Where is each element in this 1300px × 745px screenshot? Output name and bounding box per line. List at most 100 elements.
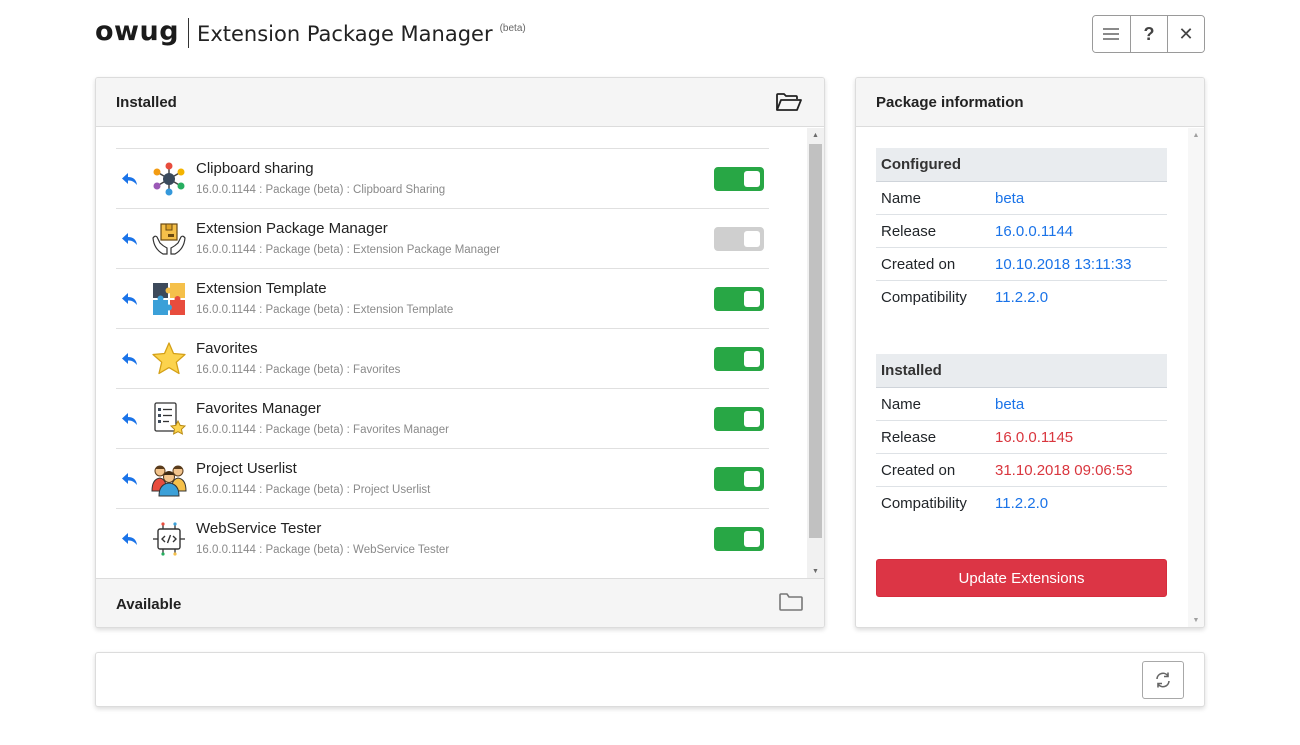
- info-row: Release 16.0.0.1144: [876, 215, 1167, 248]
- info-key: Created on: [881, 255, 956, 273]
- scroll-down-icon[interactable]: ▼: [807, 564, 824, 578]
- configured-title: Configured: [876, 148, 1167, 182]
- code-chip-icon: [150, 520, 188, 558]
- info-key: Created on: [881, 461, 956, 479]
- info-row: Created on 10.10.2018 13:11:33: [876, 248, 1167, 281]
- scroll-down-icon[interactable]: ▼: [1188, 613, 1204, 627]
- network-nodes-icon: [150, 160, 188, 198]
- package-toggle[interactable]: [714, 287, 764, 311]
- package-info-scrollbar[interactable]: ▲ ▼: [1188, 128, 1204, 627]
- app-header: owug Extension Package Manager (beta): [95, 14, 526, 54]
- info-value-changed: 31.10.2018 09:06:53: [995, 461, 1133, 479]
- package-toggle[interactable]: [714, 167, 764, 191]
- configured-section: Configured Name beta Release 16.0.0.1144…: [876, 148, 1167, 314]
- info-row: Name beta: [876, 182, 1167, 215]
- refresh-icon: [1156, 672, 1170, 688]
- user-group-icon: [150, 460, 188, 498]
- package-toggle[interactable]: [714, 347, 764, 371]
- toggle-knob: [744, 231, 760, 247]
- package-name: Extension Template: [196, 280, 327, 297]
- list-item[interactable]: Extension Template 16.0.0.1144 : Package…: [116, 268, 769, 328]
- installed-info-section: Installed Name beta Release 16.0.0.1145 …: [876, 354, 1167, 520]
- package-info-header: Package information: [856, 78, 1204, 127]
- package-name: Extension Package Manager: [196, 220, 388, 237]
- info-value: 11.2.2.0: [995, 495, 1049, 512]
- update-extensions-button[interactable]: Update Extensions: [876, 559, 1167, 597]
- list-item[interactable]: Clipboard sharing 16.0.0.1144 : Package …: [116, 148, 769, 208]
- toggle-knob: [744, 351, 760, 367]
- hands-box-icon: [150, 220, 188, 258]
- info-row: Compatibility 11.2.2.0: [876, 281, 1167, 314]
- brand-logo: owug: [95, 16, 180, 47]
- undo-icon[interactable]: [120, 229, 140, 249]
- package-name: WebService Tester: [196, 520, 322, 537]
- available-title: Available: [116, 595, 182, 613]
- package-version: 16.0.0.1144 : Package (beta) : Favorites…: [196, 424, 449, 436]
- installed-header[interactable]: Installed: [96, 78, 824, 127]
- close-button[interactable]: ✕: [1167, 16, 1204, 52]
- list-item[interactable]: Favorites 16.0.0.1144 : Package (beta) :…: [116, 328, 769, 388]
- scroll-thumb[interactable]: [809, 144, 822, 538]
- package-name: Favorites: [196, 340, 258, 357]
- scroll-up-icon[interactable]: ▲: [1188, 128, 1204, 142]
- package-version: 16.0.0.1144 : Package (beta) : Clipboard…: [196, 184, 446, 196]
- info-key: Compatibility: [881, 289, 967, 306]
- help-button[interactable]: ?: [1129, 16, 1167, 52]
- installed-info-title: Installed: [876, 354, 1167, 388]
- package-version: 16.0.0.1144 : Package (beta) : Extension…: [196, 244, 501, 256]
- available-header[interactable]: Available: [96, 578, 824, 627]
- list-item[interactable]: Project Userlist 16.0.0.1144 : Package (…: [116, 448, 769, 508]
- installed-scrollbar[interactable]: ▲ ▼: [807, 128, 824, 578]
- top-toolbar: ? ✕: [1092, 15, 1205, 53]
- list-item[interactable]: Favorites Manager 16.0.0.1144 : Package …: [116, 388, 769, 448]
- list-item[interactable]: Extension Package Manager 16.0.0.1144 : …: [116, 208, 769, 268]
- undo-icon[interactable]: [120, 409, 140, 429]
- puzzle-icon: [150, 280, 188, 318]
- info-value: 16.0.0.1144: [995, 222, 1074, 240]
- undo-icon[interactable]: [120, 169, 140, 189]
- undo-icon[interactable]: [120, 469, 140, 489]
- undo-icon[interactable]: [120, 529, 140, 549]
- folder-icon: [778, 592, 804, 616]
- package-toggle[interactable]: [714, 407, 764, 431]
- package-version: 16.0.0.1144 : Package (beta) : WebServic…: [196, 544, 450, 556]
- info-value: 11.2.2.0: [995, 289, 1049, 306]
- info-row: Created on 31.10.2018 09:06:53: [876, 454, 1167, 487]
- package-info-title: Package information: [876, 93, 1024, 111]
- info-key: Name: [881, 189, 922, 207]
- info-key: Compatibility: [881, 495, 967, 512]
- toggle-knob: [744, 411, 760, 427]
- info-row: Name beta: [876, 388, 1167, 421]
- packages-panel: Installed Clipboard sharing 16.0.0.1144 …: [95, 77, 825, 628]
- info-value-changed: 16.0.0.1145: [995, 428, 1074, 446]
- package-name: Project Userlist: [196, 460, 297, 477]
- package-info-body: Configured Name beta Release 16.0.0.1144…: [876, 148, 1167, 520]
- toggle-knob: [744, 171, 760, 187]
- package-toggle[interactable]: [714, 467, 764, 491]
- page-title: Extension Package Manager: [197, 22, 493, 46]
- package-info-panel: Package information Configured Name beta…: [855, 77, 1205, 628]
- refresh-button[interactable]: [1142, 661, 1184, 699]
- toggle-knob: [744, 291, 760, 307]
- undo-icon[interactable]: [120, 349, 140, 369]
- scroll-up-icon[interactable]: ▲: [807, 128, 824, 142]
- info-key: Release: [881, 222, 937, 240]
- info-row: Compatibility 11.2.2.0: [876, 487, 1167, 520]
- menu-button[interactable]: [1093, 16, 1130, 52]
- undo-icon[interactable]: [120, 289, 140, 309]
- beta-badge: (beta): [499, 23, 526, 34]
- installed-list: Clipboard sharing 16.0.0.1144 : Package …: [96, 128, 806, 578]
- package-toggle[interactable]: [714, 527, 764, 551]
- package-version: 16.0.0.1144 : Package (beta) : Project U…: [196, 484, 431, 496]
- hamburger-menu-icon: [1103, 28, 1120, 40]
- info-key: Name: [881, 395, 922, 413]
- package-toggle[interactable]: [714, 227, 764, 251]
- info-value: beta: [995, 189, 1025, 207]
- open-folder-icon: [774, 91, 804, 113]
- info-value: beta: [995, 395, 1025, 413]
- package-name: Favorites Manager: [196, 400, 322, 417]
- star-icon: [150, 340, 188, 378]
- footer-panel: [95, 652, 1205, 707]
- info-value: 10.10.2018 13:11:33: [995, 255, 1132, 273]
- list-item[interactable]: WebService Tester 16.0.0.1144 : Package …: [116, 508, 769, 568]
